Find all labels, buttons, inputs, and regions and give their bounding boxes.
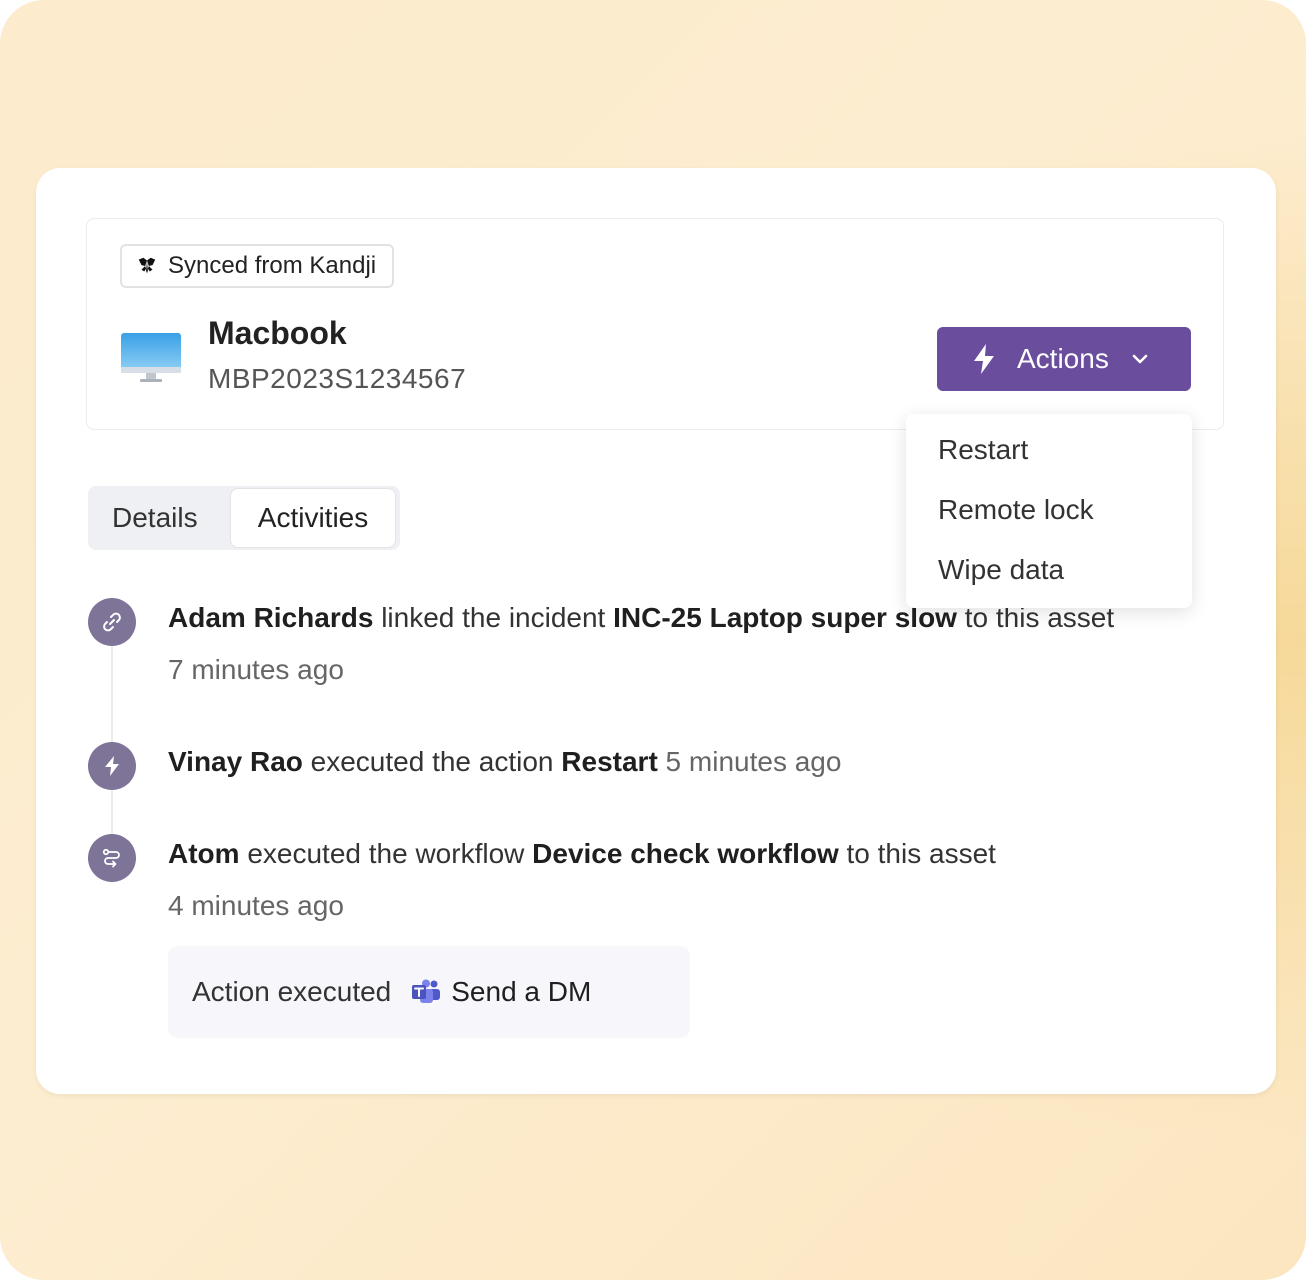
activity-1-time: 7 minutes ago	[168, 654, 344, 685]
activity-1-object[interactable]: INC-25 Laptop super slow	[613, 602, 957, 633]
bolt-icon	[88, 742, 136, 790]
action-executed-box: Action executed Send a DM	[168, 946, 690, 1038]
actions-button[interactable]: Actions	[937, 327, 1191, 391]
activity-3-verb: executed the workflow	[247, 838, 525, 869]
menu-item-restart[interactable]: Restart	[938, 434, 1028, 466]
activity-2-time: 5 minutes ago	[665, 746, 842, 777]
chevron-down-icon	[1132, 354, 1148, 364]
activity-3-suffix: to this asset	[846, 838, 996, 869]
activity-3-time: 4 minutes ago	[168, 890, 344, 921]
action-executed-label: Action executed	[192, 976, 392, 1007]
tab-bar: Details Activities	[88, 486, 400, 550]
asset-header: Synced from Kandji Macbook MBP2023S12345…	[86, 218, 1224, 430]
tab-details[interactable]: Details	[112, 486, 198, 550]
device-name: Macbook	[208, 315, 347, 351]
activity-1-verb: linked the incident	[381, 602, 606, 633]
activity-2-verb: executed the action	[310, 746, 554, 777]
activity-3-text: Atom executed the workflow Device check …	[168, 838, 996, 870]
tab-activities[interactable]: Activities	[230, 488, 396, 548]
link-icon	[88, 598, 136, 646]
kandji-logo-icon	[138, 257, 156, 274]
imac-icon	[121, 333, 181, 382]
menu-item-remote-lock[interactable]: Remote lock	[938, 494, 1094, 526]
activity-2-text: Vinay Rao executed the action Restart 5 …	[168, 746, 841, 778]
device-serial: MBP2023S1234567	[208, 363, 467, 394]
workflow-icon	[88, 834, 136, 882]
asset-card: Synced from Kandji Macbook MBP2023S12345…	[36, 168, 1276, 1094]
teams-icon	[412, 979, 441, 1003]
bolt-icon	[974, 344, 994, 374]
background: Synced from Kandji Macbook MBP2023S12345…	[0, 0, 1306, 1280]
actions-button-label: Actions	[1017, 343, 1109, 374]
actions-dropdown-menu: Restart Remote lock Wipe data	[906, 414, 1192, 608]
action-executed-target[interactable]: Send a DM	[451, 976, 591, 1008]
activity-2-actor[interactable]: Vinay Rao	[168, 746, 303, 777]
activity-1-actor[interactable]: Adam Richards	[168, 602, 373, 633]
synced-label: Synced from Kandji	[168, 252, 377, 279]
activity-3-object[interactable]: Device check workflow	[532, 838, 839, 869]
synced-badge: Synced from Kandji	[120, 244, 395, 288]
activity-2-object[interactable]: Restart	[561, 746, 657, 777]
menu-item-wipe-data[interactable]: Wipe data	[938, 554, 1064, 586]
activity-3-actor[interactable]: Atom	[168, 838, 240, 869]
